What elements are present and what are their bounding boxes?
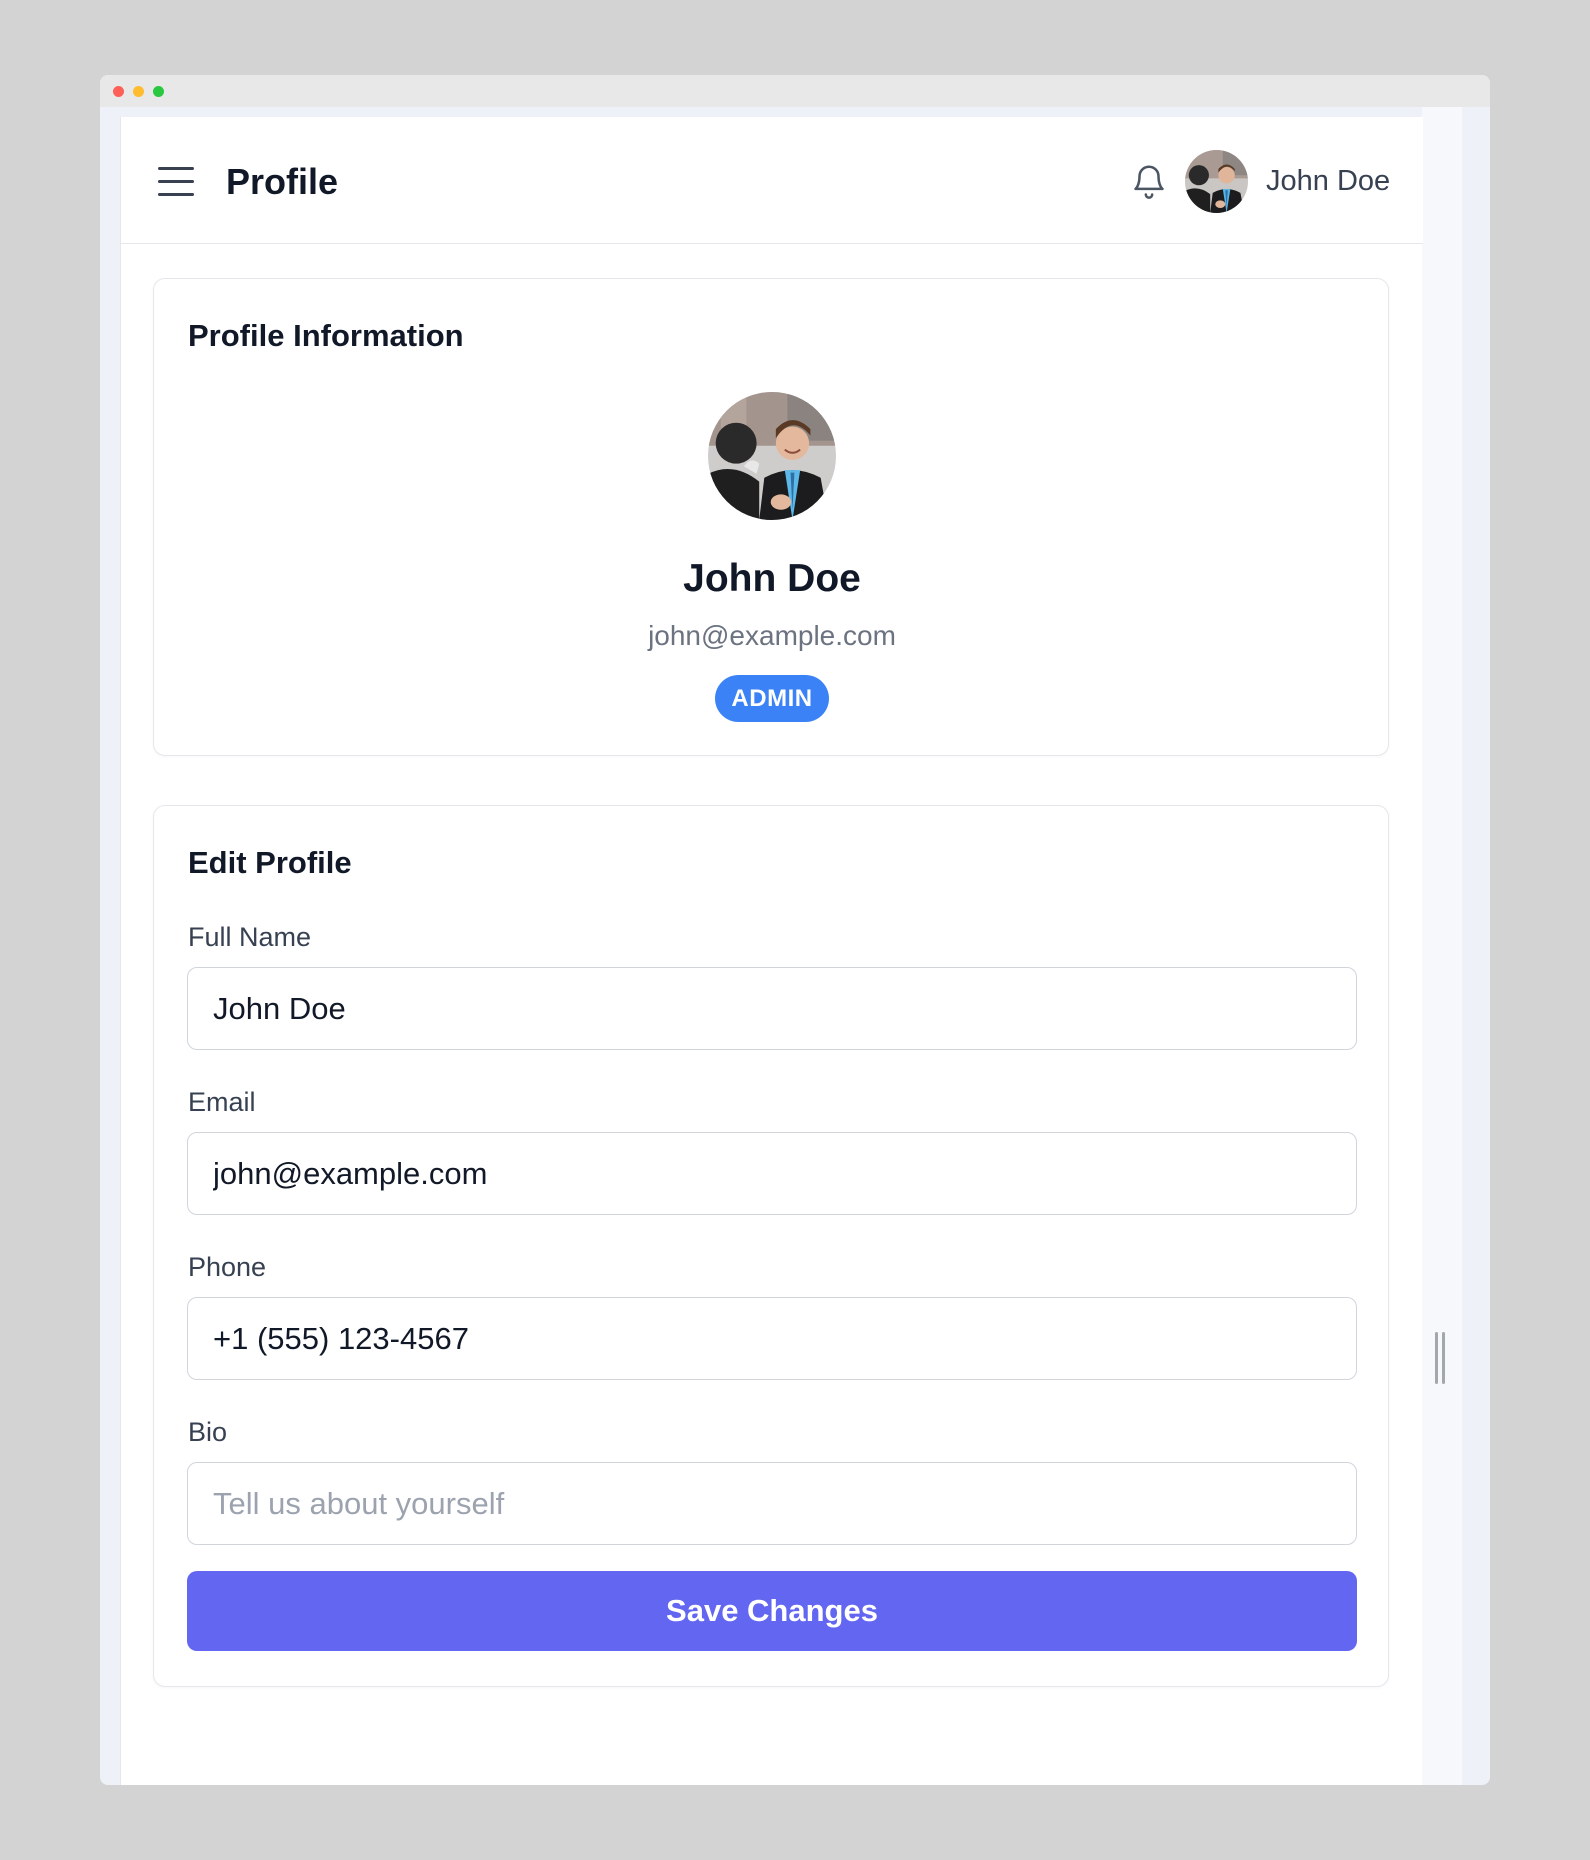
window-titlebar <box>100 75 1490 107</box>
profile-email: john@example.com <box>648 620 896 651</box>
page-title: Profile <box>226 161 339 202</box>
avatar[interactable] <box>1185 150 1248 213</box>
profile-information-card: Profile Information John Doe john@exampl… <box>153 278 1389 756</box>
hamburger-menu-icon[interactable] <box>158 167 194 196</box>
role-badge: ADMIN <box>715 675 829 722</box>
resize-handle[interactable] <box>1435 1332 1445 1384</box>
edit-profile-title: Edit Profile <box>188 845 352 880</box>
edit-profile-card: Edit Profile Full Name Email Phone Bio S… <box>153 805 1389 1687</box>
profile-avatar <box>708 392 836 520</box>
profile-name: John Doe <box>683 557 861 600</box>
header-user-name[interactable]: John Doe <box>1266 165 1390 198</box>
close-window-button[interactable] <box>113 86 124 97</box>
bio-label: Bio <box>188 1417 228 1447</box>
full-name-field[interactable] <box>187 967 1357 1050</box>
app-page: Profile John Doe Profile Information Joh… <box>120 117 1423 1785</box>
phone-field[interactable] <box>187 1297 1357 1380</box>
browser-window: Profile John Doe Profile Information Joh… <box>100 75 1490 1785</box>
maximize-window-button[interactable] <box>153 86 164 97</box>
phone-label: Phone <box>188 1252 267 1282</box>
app-header: Profile John Doe <box>121 117 1423 244</box>
email-label: Email <box>188 1087 256 1117</box>
bio-field[interactable] <box>187 1462 1357 1545</box>
profile-information-title: Profile Information <box>188 318 464 353</box>
side-rail <box>1422 107 1462 1785</box>
email-field[interactable] <box>187 1132 1357 1215</box>
bell-icon[interactable] <box>1130 161 1168 201</box>
save-changes-button[interactable]: Save Changes <box>187 1571 1357 1651</box>
full-name-label: Full Name <box>188 922 312 952</box>
minimize-window-button[interactable] <box>133 86 144 97</box>
